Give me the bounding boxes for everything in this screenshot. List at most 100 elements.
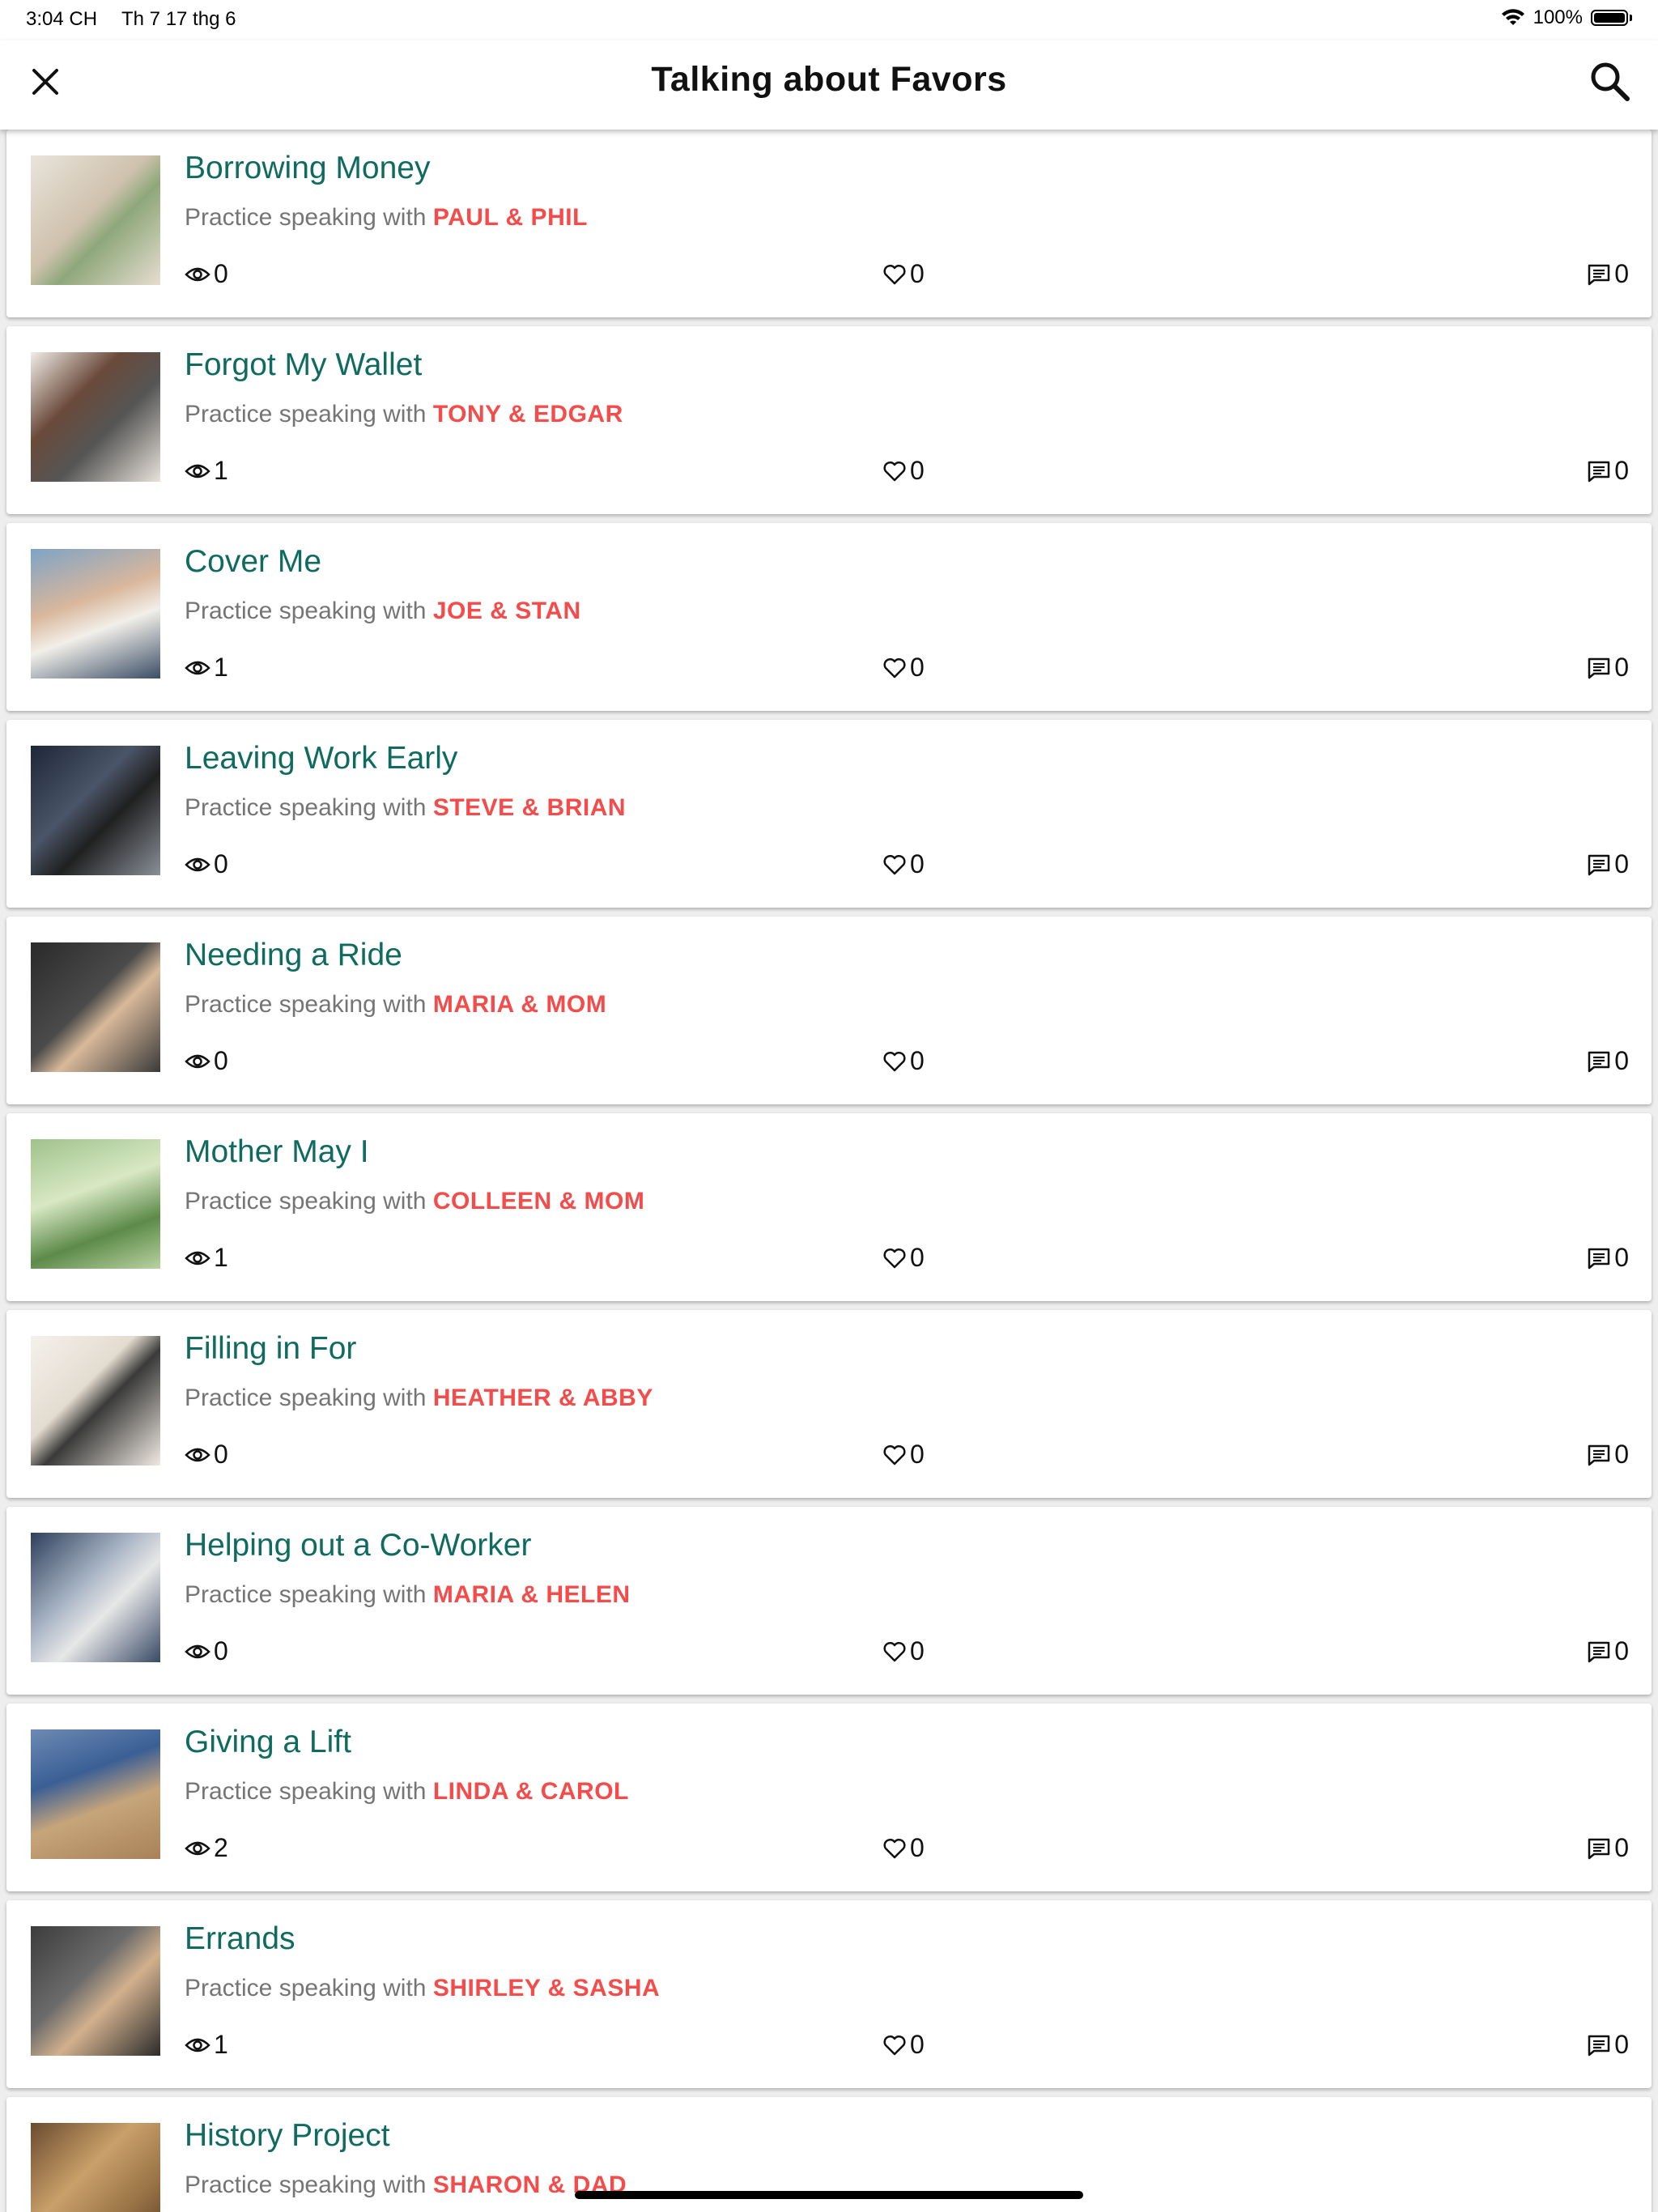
likes-stat[interactable]: 0 bbox=[882, 653, 925, 683]
lesson-card[interactable]: Leaving Work Early Practice speaking wit… bbox=[6, 720, 1652, 908]
heart-icon bbox=[883, 854, 906, 874]
comment-icon bbox=[1588, 1641, 1610, 1662]
likes-stat[interactable]: 0 bbox=[882, 1440, 925, 1470]
lesson-thumbnail bbox=[31, 1139, 160, 1269]
battery-percent: 100% bbox=[1533, 6, 1583, 28]
heart-icon bbox=[883, 1838, 906, 1858]
eye-icon bbox=[185, 1644, 210, 1658]
comments-stat[interactable]: 0 bbox=[1587, 1833, 1629, 1863]
views-count: 0 bbox=[214, 1046, 228, 1075]
wifi-icon bbox=[1501, 9, 1524, 25]
page-title: Talking about Favors bbox=[651, 60, 1007, 99]
lesson-card[interactable]: Cover Me Practice speaking with JOE & ST… bbox=[6, 523, 1652, 711]
eye-icon bbox=[185, 661, 210, 674]
lesson-speakers: LINDA & CAROL bbox=[432, 1778, 629, 1805]
search-button[interactable] bbox=[1587, 58, 1634, 105]
lesson-card[interactable]: Borrowing Money Practice speaking with P… bbox=[6, 130, 1652, 317]
likes-stat[interactable]: 0 bbox=[882, 1046, 925, 1076]
lesson-card[interactable]: Giving a Lift Practice speaking with LIN… bbox=[6, 1704, 1652, 1891]
lesson-speakers: COLLEEN & MOM bbox=[432, 1188, 645, 1214]
comment-icon bbox=[1588, 1444, 1610, 1465]
views-count: 0 bbox=[214, 1636, 228, 1665]
likes-stat[interactable]: 0 bbox=[882, 1636, 925, 1666]
status-bar: 3:04 CH Th 7 17 thg 6 100% bbox=[0, 0, 1658, 40]
likes-count: 0 bbox=[910, 1046, 925, 1075]
status-date: Th 7 17 thg 6 bbox=[121, 8, 236, 30]
comments-count: 0 bbox=[1614, 1046, 1629, 1075]
comments-count: 0 bbox=[1614, 2030, 1629, 2059]
views-count: 0 bbox=[214, 849, 228, 878]
subtitle-prefix: Practice speaking with bbox=[185, 2172, 427, 2198]
likes-stat[interactable]: 0 bbox=[882, 456, 925, 486]
lesson-thumbnail bbox=[31, 942, 160, 1072]
comments-stat[interactable]: 0 bbox=[1587, 1636, 1629, 1666]
search-icon bbox=[1591, 62, 1630, 101]
comments-stat[interactable]: 0 bbox=[1587, 1046, 1629, 1076]
lesson-subtitle: Practice speaking with TONY & EDGAR bbox=[185, 401, 623, 428]
lesson-speakers: HEATHER & ABBY bbox=[432, 1385, 653, 1411]
comments-stat[interactable]: 0 bbox=[1587, 849, 1629, 879]
likes-count: 0 bbox=[910, 849, 925, 878]
lesson-subtitle: Practice speaking with STEVE & BRIAN bbox=[185, 794, 626, 822]
likes-count: 0 bbox=[910, 456, 925, 485]
status-time: 3:04 CH bbox=[26, 8, 98, 30]
lesson-title: Borrowing Money bbox=[185, 151, 431, 185]
lesson-speakers: PAUL & PHIL bbox=[432, 204, 588, 231]
lesson-card[interactable]: Filling in For Practice speaking with HE… bbox=[6, 1310, 1652, 1498]
comments-stat[interactable]: 0 bbox=[1587, 1440, 1629, 1470]
likes-stat[interactable]: 0 bbox=[882, 1243, 925, 1273]
lesson-title: Errands bbox=[185, 1921, 295, 1956]
lesson-subtitle: Practice speaking with COLLEEN & MOM bbox=[185, 1188, 644, 1215]
lesson-thumbnail bbox=[31, 549, 160, 678]
views-stat: 1 bbox=[185, 2030, 228, 2060]
lesson-title: Cover Me bbox=[185, 544, 322, 579]
comments-stat[interactable]: 0 bbox=[1587, 259, 1629, 289]
lesson-title: Needing a Ride bbox=[185, 938, 402, 972]
likes-stat[interactable]: 0 bbox=[882, 1833, 925, 1863]
battery-icon bbox=[1591, 10, 1628, 26]
likes-count: 0 bbox=[910, 1833, 925, 1862]
lesson-card[interactable]: Helping out a Co-Worker Practice speakin… bbox=[6, 1507, 1652, 1695]
lesson-card[interactable]: Needing a Ride Practice speaking with MA… bbox=[6, 917, 1652, 1104]
eye-icon bbox=[185, 2038, 210, 2052]
comments-count: 0 bbox=[1614, 1243, 1629, 1272]
comment-icon bbox=[1588, 1838, 1610, 1859]
lesson-thumbnail bbox=[31, 2123, 160, 2212]
heart-icon bbox=[883, 461, 906, 481]
views-count: 2 bbox=[214, 1833, 228, 1862]
lesson-thumbnail bbox=[31, 1729, 160, 1859]
lesson-subtitle: Practice speaking with JOE & STAN bbox=[185, 598, 581, 625]
likes-count: 0 bbox=[910, 1440, 925, 1469]
comments-stat[interactable]: 0 bbox=[1587, 456, 1629, 486]
likes-stat[interactable]: 0 bbox=[882, 2030, 925, 2060]
likes-stat[interactable]: 0 bbox=[882, 259, 925, 289]
comments-count: 0 bbox=[1614, 456, 1629, 485]
views-count: 0 bbox=[214, 1440, 228, 1469]
lesson-subtitle: Practice speaking with SHIRLEY & SASHA bbox=[185, 1975, 660, 2002]
lesson-thumbnail bbox=[31, 1336, 160, 1465]
comments-stat[interactable]: 0 bbox=[1587, 653, 1629, 683]
likes-stat[interactable]: 0 bbox=[882, 849, 925, 879]
comment-icon bbox=[1588, 1248, 1610, 1269]
lesson-speakers: STEVE & BRIAN bbox=[432, 794, 627, 821]
lesson-subtitle: Practice speaking with HEATHER & ABBY bbox=[185, 1385, 653, 1412]
lesson-title: Leaving Work Early bbox=[185, 741, 458, 776]
views-count: 1 bbox=[214, 456, 228, 485]
heart-icon bbox=[883, 2035, 906, 2055]
lesson-card[interactable]: Forgot My Wallet Practice speaking with … bbox=[6, 326, 1652, 514]
lesson-card[interactable]: Errands Practice speaking with SHIRLEY &… bbox=[6, 1900, 1652, 2088]
likes-count: 0 bbox=[910, 2030, 925, 2059]
home-indicator[interactable] bbox=[575, 2191, 1083, 2199]
heart-icon bbox=[883, 1248, 906, 1268]
lesson-card[interactable]: Mother May I Practice speaking with COLL… bbox=[6, 1113, 1652, 1301]
views-count: 1 bbox=[214, 2030, 228, 2059]
lesson-speakers: TONY & EDGAR bbox=[432, 401, 623, 428]
views-stat: 0 bbox=[185, 1440, 228, 1470]
app-bar: Talking about Favors bbox=[0, 40, 1658, 130]
comments-stat[interactable]: 0 bbox=[1587, 2030, 1629, 2060]
comment-icon bbox=[1588, 264, 1610, 285]
views-stat: 0 bbox=[185, 1046, 228, 1076]
comments-stat[interactable]: 0 bbox=[1587, 1243, 1629, 1273]
subtitle-prefix: Practice speaking with bbox=[185, 1385, 427, 1411]
lesson-list[interactable]: Borrowing Money Practice speaking with P… bbox=[0, 130, 1658, 2212]
